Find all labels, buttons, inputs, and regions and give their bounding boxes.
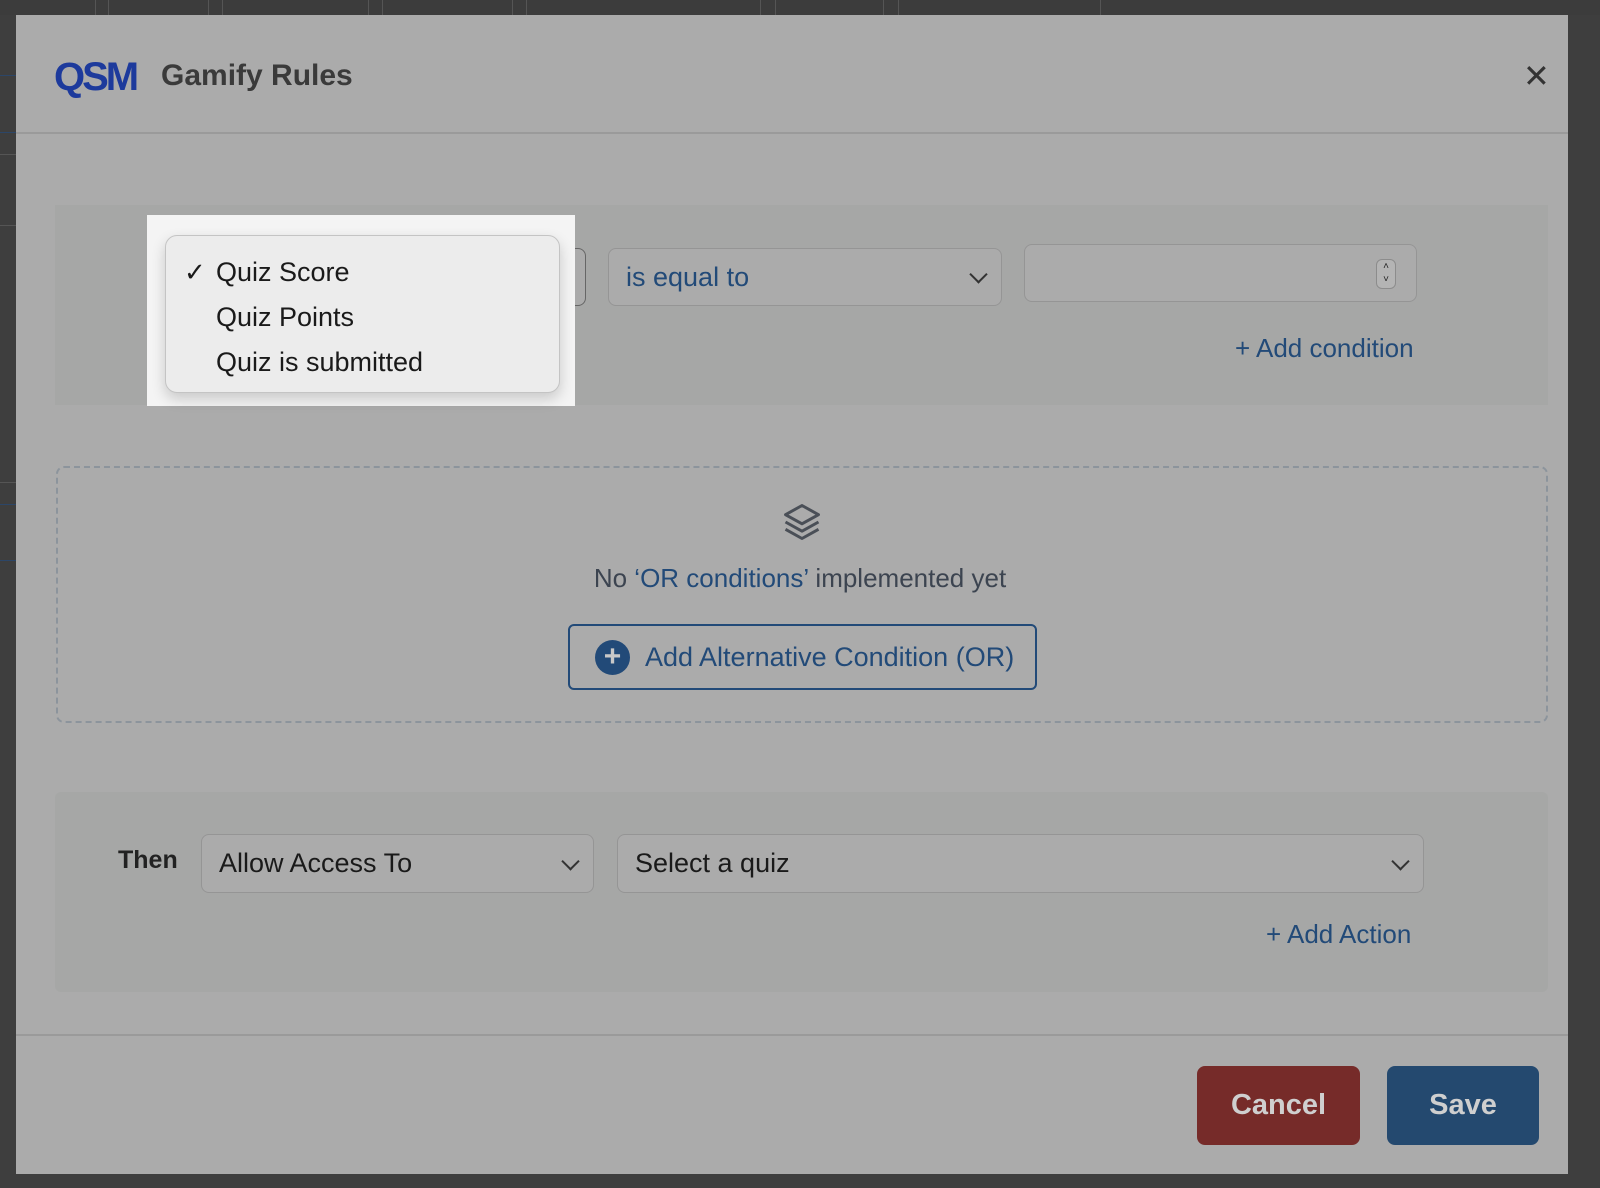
background-divider (883, 0, 884, 15)
background-line (0, 75, 16, 76)
modal-title: Gamify Rules (161, 59, 353, 92)
add-alternative-condition-button[interactable]: + Add Alternative Condition (OR) (568, 624, 1037, 690)
checkmark-icon: ✓ (184, 257, 206, 287)
background-left-edge (0, 15, 16, 1188)
number-spinner[interactable]: ˄ ˅ (1376, 259, 1396, 289)
background-divider (0, 482, 16, 483)
dropdown-option-quiz-submitted[interactable]: Quiz is submitted (166, 340, 559, 385)
background-divider (1100, 0, 1101, 15)
background-divider (898, 0, 899, 15)
option-label: Quiz Points (216, 302, 355, 332)
background-line (0, 132, 16, 133)
chevron-down-icon (969, 265, 988, 284)
background-divider (760, 0, 761, 15)
qsm-logo: QSM (54, 55, 139, 99)
close-icon[interactable]: ✕ (1523, 60, 1550, 92)
background-right-edge (1568, 15, 1600, 1188)
operator-select-value: is equal to (626, 261, 750, 292)
background-divider (0, 225, 16, 226)
or-text-suffix: implemented yet (808, 563, 1007, 593)
chevron-down-icon (561, 851, 580, 871)
footer-divider (16, 1034, 1568, 1036)
background-divider (0, 154, 16, 155)
add-action-link[interactable]: + Add Action (1266, 919, 1411, 950)
add-condition-link[interactable]: + Add condition (1235, 333, 1414, 364)
background-bottom-edge (0, 1174, 1600, 1188)
plus-circle-icon: + (595, 639, 630, 675)
background-divider (775, 0, 776, 15)
background-divider (208, 0, 209, 15)
background-divider (108, 0, 109, 15)
background-topbar (0, 0, 1600, 15)
trigger-dropdown-menu: ✓ Quiz Score Quiz Points Quiz is submitt… (165, 235, 560, 393)
quiz-select-value: Select a quiz (635, 848, 790, 878)
condition-value-input[interactable]: ˄ ˅ (1024, 244, 1417, 302)
add-alternative-condition-label: Add Alternative Condition (OR) (645, 641, 1015, 672)
or-text-highlight: ‘OR conditions’ (634, 563, 809, 593)
chevron-down-icon (1391, 851, 1410, 871)
option-label: Quiz is submitted (216, 347, 424, 377)
option-label: Quiz Score (216, 257, 350, 287)
background-line (0, 560, 16, 561)
save-button[interactable]: Save (1387, 1066, 1539, 1145)
background-divider (382, 0, 383, 15)
cancel-button[interactable]: Cancel (1197, 1066, 1360, 1145)
action-select[interactable]: Allow Access To (201, 834, 594, 893)
layers-icon (784, 504, 820, 540)
background-divider (222, 0, 223, 15)
quiz-select[interactable]: Select a quiz (617, 834, 1424, 893)
dropdown-option-quiz-score[interactable]: ✓ Quiz Score (166, 250, 559, 295)
dropdown-option-quiz-points[interactable]: Quiz Points (166, 295, 559, 340)
operator-select[interactable]: is equal to (608, 248, 1002, 306)
background-divider (526, 0, 527, 15)
or-text-prefix: No (593, 563, 635, 593)
background-line (0, 504, 16, 505)
background-divider (95, 0, 96, 15)
background-divider (512, 0, 513, 15)
action-select-value: Allow Access To (219, 848, 413, 878)
or-empty-message: No ‘OR conditions’ implemented yet (0, 563, 1600, 594)
then-label: Then (118, 846, 178, 874)
background-divider (368, 0, 369, 15)
